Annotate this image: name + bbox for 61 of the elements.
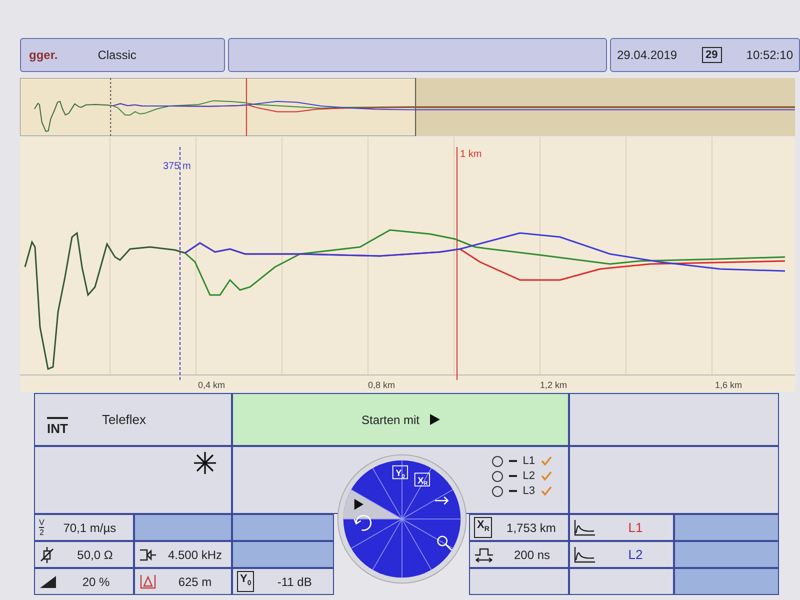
time-text: 10:52:10 xyxy=(746,48,793,62)
resistor-icon xyxy=(39,546,55,562)
coupling-mode: INT xyxy=(47,417,68,436)
trace-label: L3 xyxy=(522,485,535,497)
parameter-cell[interactable]: 4.500 kHz xyxy=(134,541,232,568)
channel-cell[interactable]: L2 xyxy=(569,541,674,568)
parameter-cell[interactable]: 50,0 Ω xyxy=(34,541,134,568)
readout-value: 200 ns xyxy=(512,548,552,562)
readout-cell[interactable]: 200 ns xyxy=(469,541,569,568)
pulse-response-icon xyxy=(574,546,596,562)
line-style-icon xyxy=(508,460,517,462)
channel-cell[interactable]: L1 xyxy=(569,514,674,541)
axis-label: 0,4 km xyxy=(198,380,226,390)
parameter-value: 4.500 kHz xyxy=(166,548,224,562)
mode-label: Classic xyxy=(98,48,136,62)
channel-label: L1 xyxy=(627,520,644,535)
ramp-icon xyxy=(39,574,57,588)
parameter-cell[interactable]: 625 m xyxy=(134,568,232,595)
cursor-label: 1 km xyxy=(460,149,482,160)
line-style-icon xyxy=(508,490,517,492)
cursor-label: 375 m xyxy=(163,161,191,172)
coupling-cell[interactable]: INT Teleflex xyxy=(34,393,232,446)
check-icon[interactable] xyxy=(541,456,552,466)
parameter-value: 70,1 m/µs xyxy=(62,520,118,534)
parameter-cell[interactable]: Y$_{0}$ -11 dB xyxy=(232,568,334,595)
parameter-value: -11 dB xyxy=(276,574,313,588)
parameter-value: 625 m xyxy=(177,574,213,588)
brand-logo: gger. xyxy=(29,48,58,62)
readout-value: 1,753 km xyxy=(506,520,557,534)
line-style-icon xyxy=(508,475,517,477)
readout-cell[interactable]: X$_{R}$ 1,753 km xyxy=(469,514,569,541)
parameter-cell[interactable]: 20 % xyxy=(34,568,134,595)
play-icon xyxy=(430,414,440,425)
pulse-width-icon xyxy=(474,546,494,562)
trace-label: L1 xyxy=(522,455,535,467)
parameter-cell[interactable]: V 2 70,1 m/µs xyxy=(34,514,134,541)
pulse-response-icon xyxy=(574,520,596,536)
overview-trace-drawing[interactable] xyxy=(20,78,795,136)
coupling-name: Teleflex xyxy=(102,412,146,427)
axis-label: 1,6 km xyxy=(715,380,742,390)
range-icon xyxy=(139,574,157,589)
axis-label: 0,8 km xyxy=(368,380,396,390)
trace-label: L2 xyxy=(522,470,535,482)
axis-label: 1,2 km xyxy=(540,380,568,390)
filter-icon xyxy=(139,548,157,562)
check-icon[interactable] xyxy=(541,486,552,496)
waveform-plot[interactable]: 375 m 1 km 0,4 km 0,8 km 1,2 km 1,6 km xyxy=(20,137,795,392)
date-text: 29.04.2019 xyxy=(617,48,678,62)
y-zero-symbol: Y$_{0}$ xyxy=(237,570,254,592)
selector-wheel-drawing[interactable]: Y$_{0}$ X$_{R}$ xyxy=(336,453,468,585)
parameter-value: 20 % xyxy=(81,574,111,588)
trace-radio[interactable] xyxy=(492,486,503,496)
parameter-value: 50,0 Ω xyxy=(76,548,114,562)
check-icon[interactable] xyxy=(541,471,552,481)
day-badge: 29 xyxy=(702,47,722,63)
trace-radio[interactable] xyxy=(492,456,503,466)
trace-radio[interactable] xyxy=(492,470,503,482)
x-r-symbol: X$_{R}$ xyxy=(474,516,492,538)
start-button[interactable]: Starten mit xyxy=(232,393,569,446)
channel-label: L2 xyxy=(627,547,644,562)
snowflake-icon[interactable] xyxy=(193,451,217,475)
